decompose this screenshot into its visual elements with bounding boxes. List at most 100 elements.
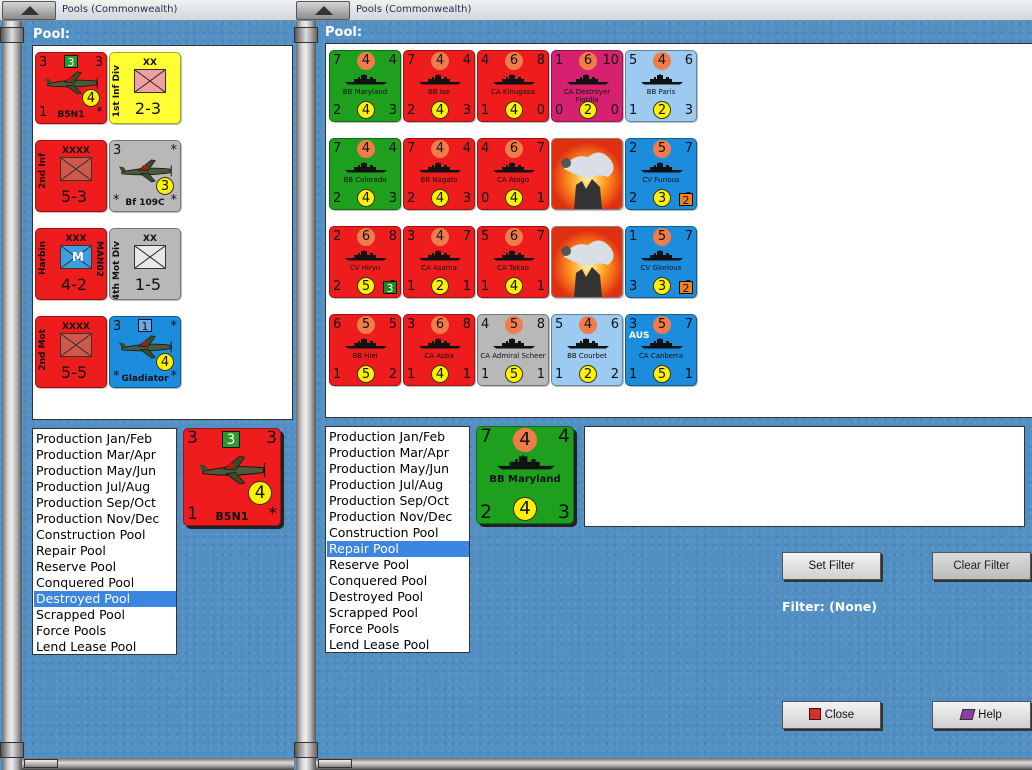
naval-unit-counter[interactable]: 173253CV Glorious2 bbox=[625, 226, 697, 298]
pool-list-item[interactable]: Production Sep/Oct bbox=[327, 493, 469, 509]
air-unit-counter[interactable]: 3 * * * 3 Bf 109C bbox=[109, 140, 181, 212]
naval-unit-counter[interactable]: 5 6 1 2 4 2 BB Courbet bbox=[551, 314, 623, 386]
naval-unit-counter[interactable]: 3 8 1 1 6 4 CA Aoba bbox=[403, 314, 475, 386]
naval-unit-attack: 4 bbox=[513, 428, 537, 452]
naval-top-right-value: 7 bbox=[684, 141, 693, 156]
pool-list-item[interactable]: Construction Pool bbox=[327, 525, 469, 541]
naval-bottom-left-value: 1 bbox=[555, 367, 564, 382]
pool-list-item[interactable]: Production Mar/Apr bbox=[34, 447, 176, 463]
naval-unit-counter[interactable]: 272253CV Furious2 bbox=[625, 138, 697, 210]
pool-list-item[interactable]: Destroyed Pool bbox=[327, 589, 469, 605]
left-title-bar[interactable]: Pools (Commonwealth) bbox=[0, 0, 294, 21]
naval-bottom-left-value: 2 bbox=[333, 103, 342, 118]
naval-unit-counter[interactable]: 7 4 2 3 4 4 BB Maryland bbox=[476, 426, 574, 524]
left-pool-list[interactable]: Production Jan/Feb Production Mar/Apr Prod… bbox=[32, 428, 177, 655]
land-unit-counter[interactable]: XX 4th Mot Div 1-5 bbox=[109, 228, 181, 300]
land-unit-strength: 2-3 bbox=[134, 99, 162, 118]
right-scroll-button[interactable] bbox=[318, 759, 352, 768]
naval-top-right-value: 6 bbox=[610, 317, 619, 332]
land-unit-counter[interactable]: XXXX 2nd Inf 5-3 bbox=[35, 140, 107, 212]
filter-status: Filter: (None) bbox=[782, 599, 877, 614]
land-unit-counter[interactable]: XX 1st Inf Div 2-3 bbox=[109, 52, 181, 124]
naval-unit-counter[interactable]: 1 10 0 0 6 2 CA Destroyer Flotilla bbox=[551, 50, 623, 122]
naval-bottom-right-value: 1 bbox=[536, 279, 545, 294]
air-unit-counter[interactable]: 3 3 1 * 3 4 B5N1 bbox=[183, 428, 281, 526]
air-unit-counter[interactable]: 3 * * * 1 4 Gladiator bbox=[109, 316, 181, 388]
naval-unit-counter[interactable]: 7 4 2 3 4 4 BB Maryland bbox=[329, 50, 401, 122]
pool-list-item[interactable]: Production Sep/Oct bbox=[34, 495, 176, 511]
set-filter-button[interactable]: Set Filter bbox=[782, 552, 881, 580]
pool-list-item[interactable]: Conquered Pool bbox=[327, 573, 469, 589]
air-unit-counter[interactable]: 3 3 1 * 3 4 B5N1 bbox=[35, 52, 107, 124]
pool-list-item[interactable]: Scrapped Pool bbox=[327, 605, 469, 621]
air-unit-name: B5N1 bbox=[57, 110, 85, 120]
naval-unit-name: BB Maryland bbox=[342, 88, 388, 96]
pool-list-item[interactable]: Force Pools bbox=[327, 621, 469, 637]
pool-list-item[interactable]: Reserve Pool bbox=[34, 559, 176, 575]
pool-list-item[interactable]: Production Jan/Feb bbox=[34, 431, 176, 447]
naval-unit-counter[interactable]: 282365CV Hiryu3 bbox=[329, 226, 401, 298]
naval-unit-name: BB Maryland bbox=[489, 474, 561, 485]
naval-unit-counter[interactable] bbox=[551, 226, 623, 298]
pool-list-item[interactable]: Production May/Jun bbox=[34, 463, 176, 479]
pool-list-item[interactable]: Production Jul/Aug bbox=[34, 479, 176, 495]
pool-list-item[interactable]: Force Pools bbox=[34, 623, 176, 639]
right-horizontal-scrollbar[interactable] bbox=[316, 758, 1032, 770]
naval-unit-counter[interactable]: 4 8 1 0 6 4 CA Kinugasa bbox=[477, 50, 549, 122]
pool-list-item[interactable]: Scrapped Pool bbox=[34, 607, 176, 623]
pool-list-item[interactable]: Production Jan/Feb bbox=[327, 429, 469, 445]
pool-list-item[interactable]: Reserve Pool bbox=[327, 557, 469, 573]
pool-list-item[interactable]: Production Jul/Aug bbox=[327, 477, 469, 493]
naval-unit-counter[interactable]: 3 7 1 1 5 5 CA Canberra AUS bbox=[625, 314, 697, 386]
left-scroll-button[interactable] bbox=[24, 759, 58, 768]
naval-top-right-value: 8 bbox=[388, 229, 397, 244]
naval-unit-air-component: 2 bbox=[679, 193, 693, 207]
naval-unit-name: CA Destroyer Flotilla bbox=[563, 88, 611, 104]
land-unit-counter[interactable]: XXX M Harbin MAN02 4-2 bbox=[35, 228, 107, 300]
warship-icon bbox=[419, 250, 461, 261]
naval-unit-counter[interactable]: 7 4 2 3 4 4 BB Ise bbox=[403, 50, 475, 122]
right-pool-list[interactable]: Production Jan/Feb Production Mar/Apr Prod… bbox=[325, 426, 470, 653]
help-button[interactable]: Help bbox=[932, 701, 1031, 729]
clear-filter-button[interactable]: Clear Filter bbox=[932, 552, 1031, 580]
naval-unit-counter[interactable]: 4 7 0 1 6 4 CA Atago bbox=[477, 138, 549, 210]
right-frame-scrollbar[interactable] bbox=[294, 21, 318, 770]
naval-unit-counter[interactable] bbox=[551, 138, 623, 210]
naval-unit-attack: 5 bbox=[505, 316, 523, 334]
naval-unit-counter[interactable]: 5 7 1 1 6 4 CA Takao bbox=[477, 226, 549, 298]
pool-list-item[interactable]: Construction Pool bbox=[34, 527, 176, 543]
pool-list-item[interactable]: Repair Pool bbox=[327, 541, 469, 557]
right-title-bar[interactable]: Pools (Commonwealth) bbox=[294, 0, 1032, 21]
naval-unit-range: 2 bbox=[431, 277, 449, 295]
land-unit-counter[interactable]: XXXX 2nd Mot 5-5 bbox=[35, 316, 107, 388]
pool-list-item[interactable]: Production Nov/Dec bbox=[34, 511, 176, 527]
naval-unit-counter[interactable]: 4 8 1 1 5 5 CA Admiral Scheer bbox=[477, 314, 549, 386]
naval-bottom-left-value: 1 bbox=[481, 279, 490, 294]
pool-list-item[interactable]: Conquered Pool bbox=[34, 575, 176, 591]
naval-unit-counter[interactable]: 7 4 2 3 4 4 BB Colorado bbox=[329, 138, 401, 210]
pool-list-item[interactable]: Production May/Jun bbox=[327, 461, 469, 477]
right-window-menu-button[interactable] bbox=[296, 1, 350, 20]
pool-list-item[interactable]: Production Mar/Apr bbox=[327, 445, 469, 461]
pool-list-item[interactable]: Repair Pool bbox=[34, 543, 176, 559]
left-horizontal-scrollbar[interactable] bbox=[22, 758, 294, 770]
naval-unit-name: CA Canberra bbox=[638, 352, 684, 360]
left-window-menu-button[interactable] bbox=[2, 1, 56, 20]
left-frame-scrollbar[interactable] bbox=[0, 21, 24, 770]
close-button[interactable]: Close bbox=[782, 701, 881, 729]
naval-unit-name: BB Nagato bbox=[420, 176, 458, 184]
naval-bottom-left-value: 1 bbox=[629, 367, 638, 382]
warship-icon bbox=[345, 250, 387, 261]
pool-list-item[interactable]: Lend Lease Pool bbox=[327, 637, 469, 653]
naval-unit-air-component: 3 bbox=[383, 281, 397, 295]
naval-bottom-left-value: 0 bbox=[555, 103, 564, 118]
pool-list-item[interactable]: Lend Lease Pool bbox=[34, 639, 176, 655]
naval-unit-counter[interactable]: 5 6 1 3 4 2 BB Paris bbox=[625, 50, 697, 122]
naval-unit-counter[interactable]: 6 5 1 2 5 5 BB Hiei bbox=[329, 314, 401, 386]
pool-list-item[interactable]: Production Nov/Dec bbox=[327, 509, 469, 525]
naval-unit-counter[interactable]: 3 7 1 1 4 2 CA Asama bbox=[403, 226, 475, 298]
naval-unit-counter[interactable]: 7 4 2 3 4 4 BB Nagato bbox=[403, 138, 475, 210]
warship-icon bbox=[493, 338, 535, 349]
pool-list-item[interactable]: Destroyed Pool bbox=[34, 591, 176, 607]
naval-unit-attack: 5 bbox=[653, 140, 671, 158]
